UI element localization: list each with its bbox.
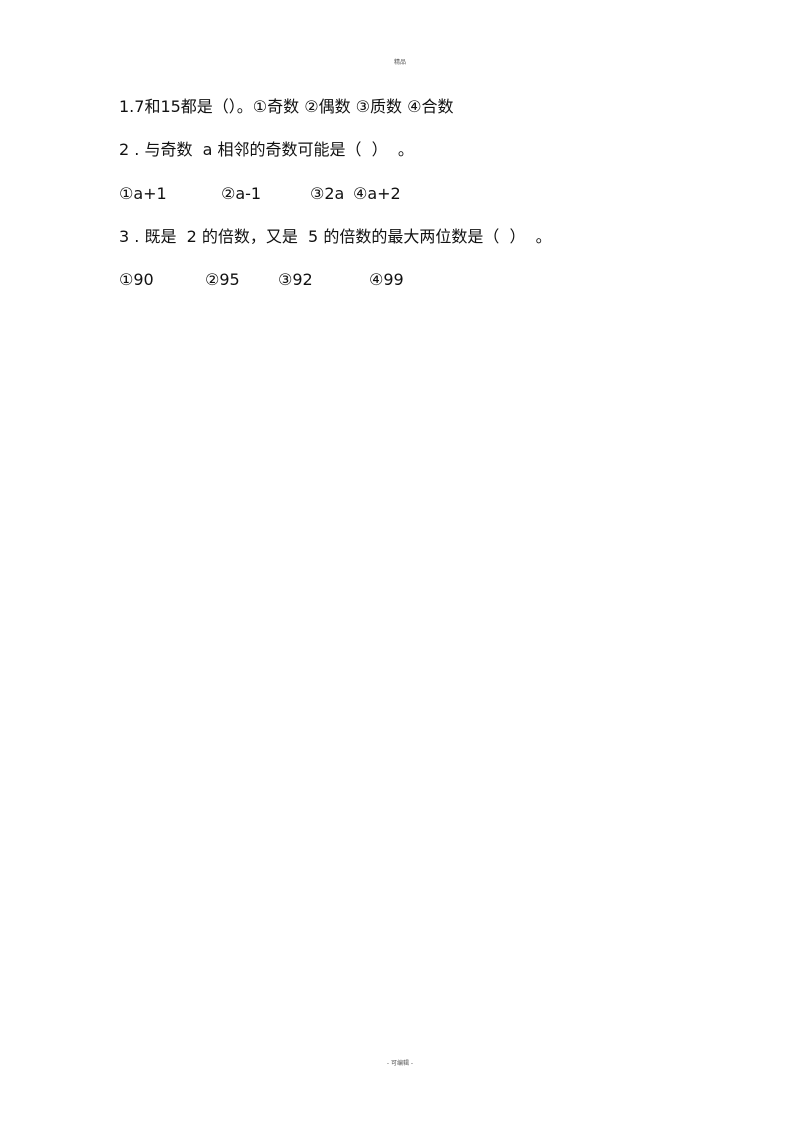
option: ④a+2: [353, 184, 401, 203]
option: ①90: [119, 270, 154, 289]
page-footer: - 可编辑 -: [386, 1060, 414, 1067]
option: ③2a: [310, 184, 345, 203]
page-header: 精品: [393, 59, 406, 66]
option: ②a-1: [221, 184, 262, 203]
option: ④99: [369, 270, 404, 289]
question-2: 2 . 与奇数 a 相邻的奇数可能是（ ） 。: [119, 140, 414, 159]
question-1: 1.7和15都是（）。①奇数 ②偶数 ③质数 ④合数: [119, 97, 454, 116]
option: ③92: [278, 270, 313, 289]
option: ①a+1: [119, 184, 167, 203]
option: ②95: [205, 270, 240, 289]
question-3: 3 . 既是 2 的倍数，又是 5 的倍数的最大两位数是（ ） 。: [119, 227, 552, 246]
